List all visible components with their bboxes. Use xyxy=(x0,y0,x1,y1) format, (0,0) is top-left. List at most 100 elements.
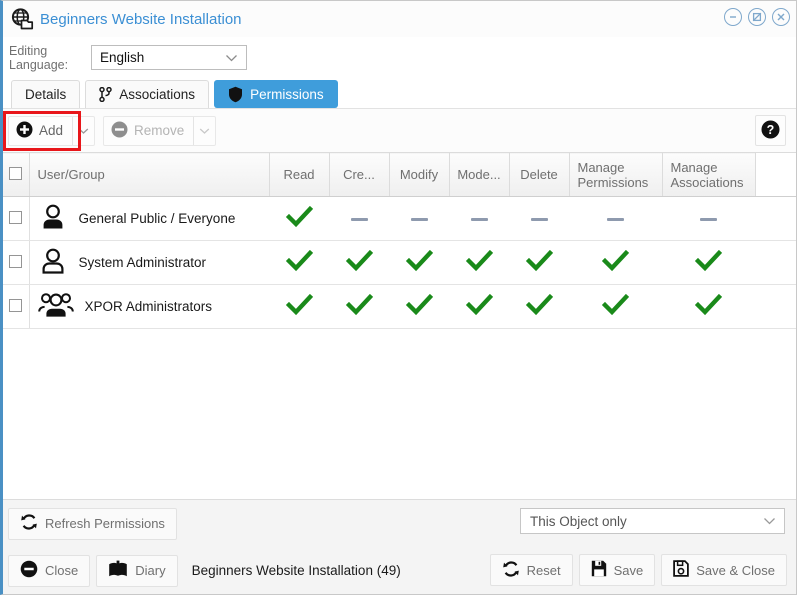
save-button-label: Save xyxy=(613,562,644,578)
question-mark-icon: ? xyxy=(761,120,780,142)
check-icon xyxy=(285,293,313,319)
perm-cell-manage-associations[interactable] xyxy=(662,196,755,241)
perm-cell-read[interactable] xyxy=(269,196,329,241)
reset-button[interactable]: Reset xyxy=(489,554,573,586)
perm-cell-create[interactable] xyxy=(329,196,389,241)
dash-icon xyxy=(350,217,368,221)
remove-button[interactable]: Remove xyxy=(104,117,193,145)
group-icon xyxy=(37,291,74,322)
dash-icon xyxy=(470,217,488,221)
perm-cell-create[interactable] xyxy=(329,284,389,329)
remove-button-group: Remove xyxy=(103,115,217,146)
editing-language-select[interactable]: English xyxy=(91,45,247,70)
check-icon xyxy=(465,293,493,319)
perm-cell-read[interactable] xyxy=(269,284,329,329)
table-row[interactable]: System Administrator xyxy=(3,240,796,285)
tab-permissions[interactable]: Permissions xyxy=(214,80,338,108)
row-select-cell xyxy=(3,196,30,241)
row-select-cell xyxy=(3,284,30,329)
permissions-dialog: Beginners Website Installation Editing L… xyxy=(0,0,797,595)
permissions-toolbar: Add Remove ? xyxy=(3,108,796,152)
branch-icon xyxy=(99,87,113,102)
permissions-table: User/Group Read Cre... Modify Mode... De… xyxy=(3,152,796,329)
column-header-manage-associations[interactable]: Manage Associations xyxy=(662,152,756,197)
scope-select[interactable]: This Object only xyxy=(520,508,785,534)
select-all-checkbox[interactable] xyxy=(9,166,23,180)
diary-button[interactable]: Diary xyxy=(96,554,178,587)
perm-cell-create[interactable] xyxy=(329,240,389,285)
perm-cell-modify[interactable] xyxy=(389,240,449,285)
table-header-row: User/Group Read Cre... Modify Mode... De… xyxy=(3,152,796,197)
perm-cell-read[interactable] xyxy=(269,240,329,285)
perm-cell-manage-permissions[interactable] xyxy=(569,240,662,285)
perm-cell-moderate[interactable] xyxy=(449,196,509,241)
perm-cell-moderate[interactable] xyxy=(449,240,509,285)
check-icon xyxy=(525,249,553,275)
minimize-button[interactable] xyxy=(724,8,742,26)
perm-cell-manage-associations[interactable] xyxy=(662,240,755,285)
table-row[interactable]: XPOR Administrators xyxy=(3,284,796,329)
footer-save-group: Reset Save Save & Close xyxy=(489,554,787,586)
row-checkbox[interactable] xyxy=(9,254,23,268)
tab-details-label: Details xyxy=(25,87,67,102)
user-icon xyxy=(38,202,68,235)
check-icon xyxy=(465,249,493,275)
column-header-delete[interactable]: Delete xyxy=(509,152,570,197)
minus-circle-icon xyxy=(111,121,128,141)
perm-cell-delete[interactable] xyxy=(509,196,569,241)
perm-cell-manage-permissions[interactable] xyxy=(569,196,662,241)
check-icon xyxy=(405,249,433,275)
column-header-filler xyxy=(755,152,796,197)
save-and-close-button-label: Save & Close xyxy=(696,562,775,578)
column-header-modify[interactable]: Modify xyxy=(389,152,450,197)
tab-details[interactable]: Details xyxy=(11,80,81,108)
perm-cell-manage-permissions[interactable] xyxy=(569,284,662,329)
dash-icon xyxy=(607,217,624,221)
save-and-close-button[interactable]: Save & Close xyxy=(661,554,787,586)
row-select-cell xyxy=(3,240,30,285)
remove-dropdown-toggle[interactable] xyxy=(193,116,215,145)
row-name-cell: General Public / Everyone xyxy=(29,196,269,241)
column-header-manage-permissions[interactable]: Manage Permissions xyxy=(569,152,663,197)
perm-cell-delete[interactable] xyxy=(509,284,569,329)
perm-cell-delete[interactable] xyxy=(509,240,569,285)
perm-cell-modify[interactable] xyxy=(389,196,449,241)
chevron-down-icon xyxy=(225,50,238,65)
editing-language-row: Editing Language: English xyxy=(3,37,796,79)
perm-cell-modify[interactable] xyxy=(389,284,449,329)
check-icon xyxy=(694,293,723,319)
column-header-create[interactable]: Cre... xyxy=(329,152,390,197)
refresh-permissions-button[interactable]: Refresh Permissions xyxy=(8,507,177,540)
scope-select-value: This Object only xyxy=(530,513,627,529)
add-button[interactable]: Add xyxy=(9,117,72,145)
tab-associations[interactable]: Associations xyxy=(85,80,210,108)
add-dropdown-toggle[interactable] xyxy=(72,116,94,145)
help-button[interactable]: ? xyxy=(755,115,786,146)
select-all-header xyxy=(3,152,30,197)
row-name-label: General Public / Everyone xyxy=(78,211,236,226)
row-name-cell: System Administrator xyxy=(29,240,269,285)
row-checkbox[interactable] xyxy=(9,210,23,224)
row-checkbox[interactable] xyxy=(9,298,23,312)
minus-circle-icon xyxy=(20,560,38,581)
save-button[interactable]: Save xyxy=(578,554,656,586)
floppy-disk-icon xyxy=(591,560,607,580)
column-header-read[interactable]: Read xyxy=(269,152,330,197)
restore-disabled-button[interactable] xyxy=(748,8,766,26)
add-button-group: Add xyxy=(8,115,96,146)
column-header-moderate[interactable]: Mode... xyxy=(449,152,510,197)
svg-text:?: ? xyxy=(767,123,775,137)
column-header-user-group[interactable]: User/Group xyxy=(29,152,270,197)
permissions-grid: User/Group Read Cre... Modify Mode... De… xyxy=(3,152,796,472)
refresh-icon xyxy=(20,513,38,534)
row-name-cell: XPOR Administrators xyxy=(29,284,269,329)
table-body: General Public / Everyone System Adminis… xyxy=(3,196,796,329)
dash-icon xyxy=(410,217,428,221)
close-button[interactable] xyxy=(772,8,790,26)
perm-cell-manage-associations[interactable] xyxy=(662,284,755,329)
floppy-disk-outline-icon xyxy=(673,560,690,580)
check-icon xyxy=(405,293,433,319)
perm-cell-moderate[interactable] xyxy=(449,284,509,329)
close-button-footer[interactable]: Close xyxy=(8,554,91,587)
table-row[interactable]: General Public / Everyone xyxy=(3,196,796,241)
